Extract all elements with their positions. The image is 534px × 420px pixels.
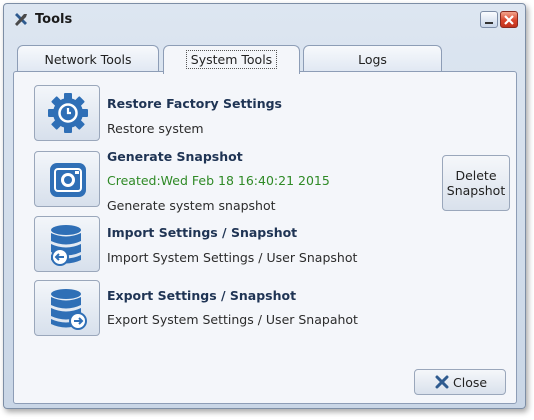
minimize-button[interactable] (480, 11, 498, 28)
import-settings-description: Import System Settings / User Snapshot (107, 250, 358, 265)
tab-label: Logs (358, 52, 387, 67)
restore-factory-title: Restore Factory Settings (107, 96, 282, 111)
database-import-icon (51, 225, 81, 266)
tab-label: Network Tools (44, 52, 132, 67)
close-window-button[interactable] (500, 11, 518, 28)
close-x-icon (435, 375, 449, 389)
gear-icon (48, 93, 88, 133)
delete-snapshot-label-line1: Delete (455, 168, 497, 183)
tab-label: System Tools (185, 50, 278, 69)
export-settings-button[interactable] (34, 280, 100, 336)
generate-snapshot-button[interactable] (34, 151, 100, 207)
minimize-icon (485, 22, 493, 24)
generate-snapshot-title: Generate Snapshot (107, 149, 243, 164)
restore-factory-button[interactable] (34, 85, 100, 141)
camera-icon (50, 163, 86, 197)
tab-logs[interactable]: Logs (303, 45, 442, 73)
generate-snapshot-description: Generate system snapshot (107, 198, 276, 213)
tab-network-tools[interactable]: Network Tools (17, 45, 159, 73)
window-title: Tools (35, 12, 73, 27)
snapshot-created-timestamp: Created:Wed Feb 18 16:40:21 2015 (107, 173, 330, 188)
close-button-label: Close (453, 375, 488, 390)
tools-window: Tools Network Tools System Tools Logs Re… (3, 3, 526, 409)
import-settings-title: Import Settings / Snapshot (107, 225, 298, 240)
restore-factory-description: Restore system (107, 121, 204, 136)
import-settings-button[interactable] (34, 216, 100, 272)
close-button[interactable]: Close (414, 369, 506, 395)
database-export-icon (51, 289, 87, 330)
title-bar: Tools (4, 4, 525, 34)
tab-panel: Restore Factory Settings Restore system … (13, 71, 517, 404)
tools-icon (15, 13, 27, 26)
close-icon (504, 15, 514, 25)
delete-snapshot-button[interactable]: Delete Snapshot (442, 155, 510, 211)
export-settings-description: Export System Settings / User Snapahot (107, 312, 358, 327)
tab-system-tools[interactable]: System Tools (163, 45, 300, 74)
delete-snapshot-label-line2: Snapshot (446, 183, 506, 198)
export-settings-title: Export Settings / Snapshot (107, 288, 297, 303)
